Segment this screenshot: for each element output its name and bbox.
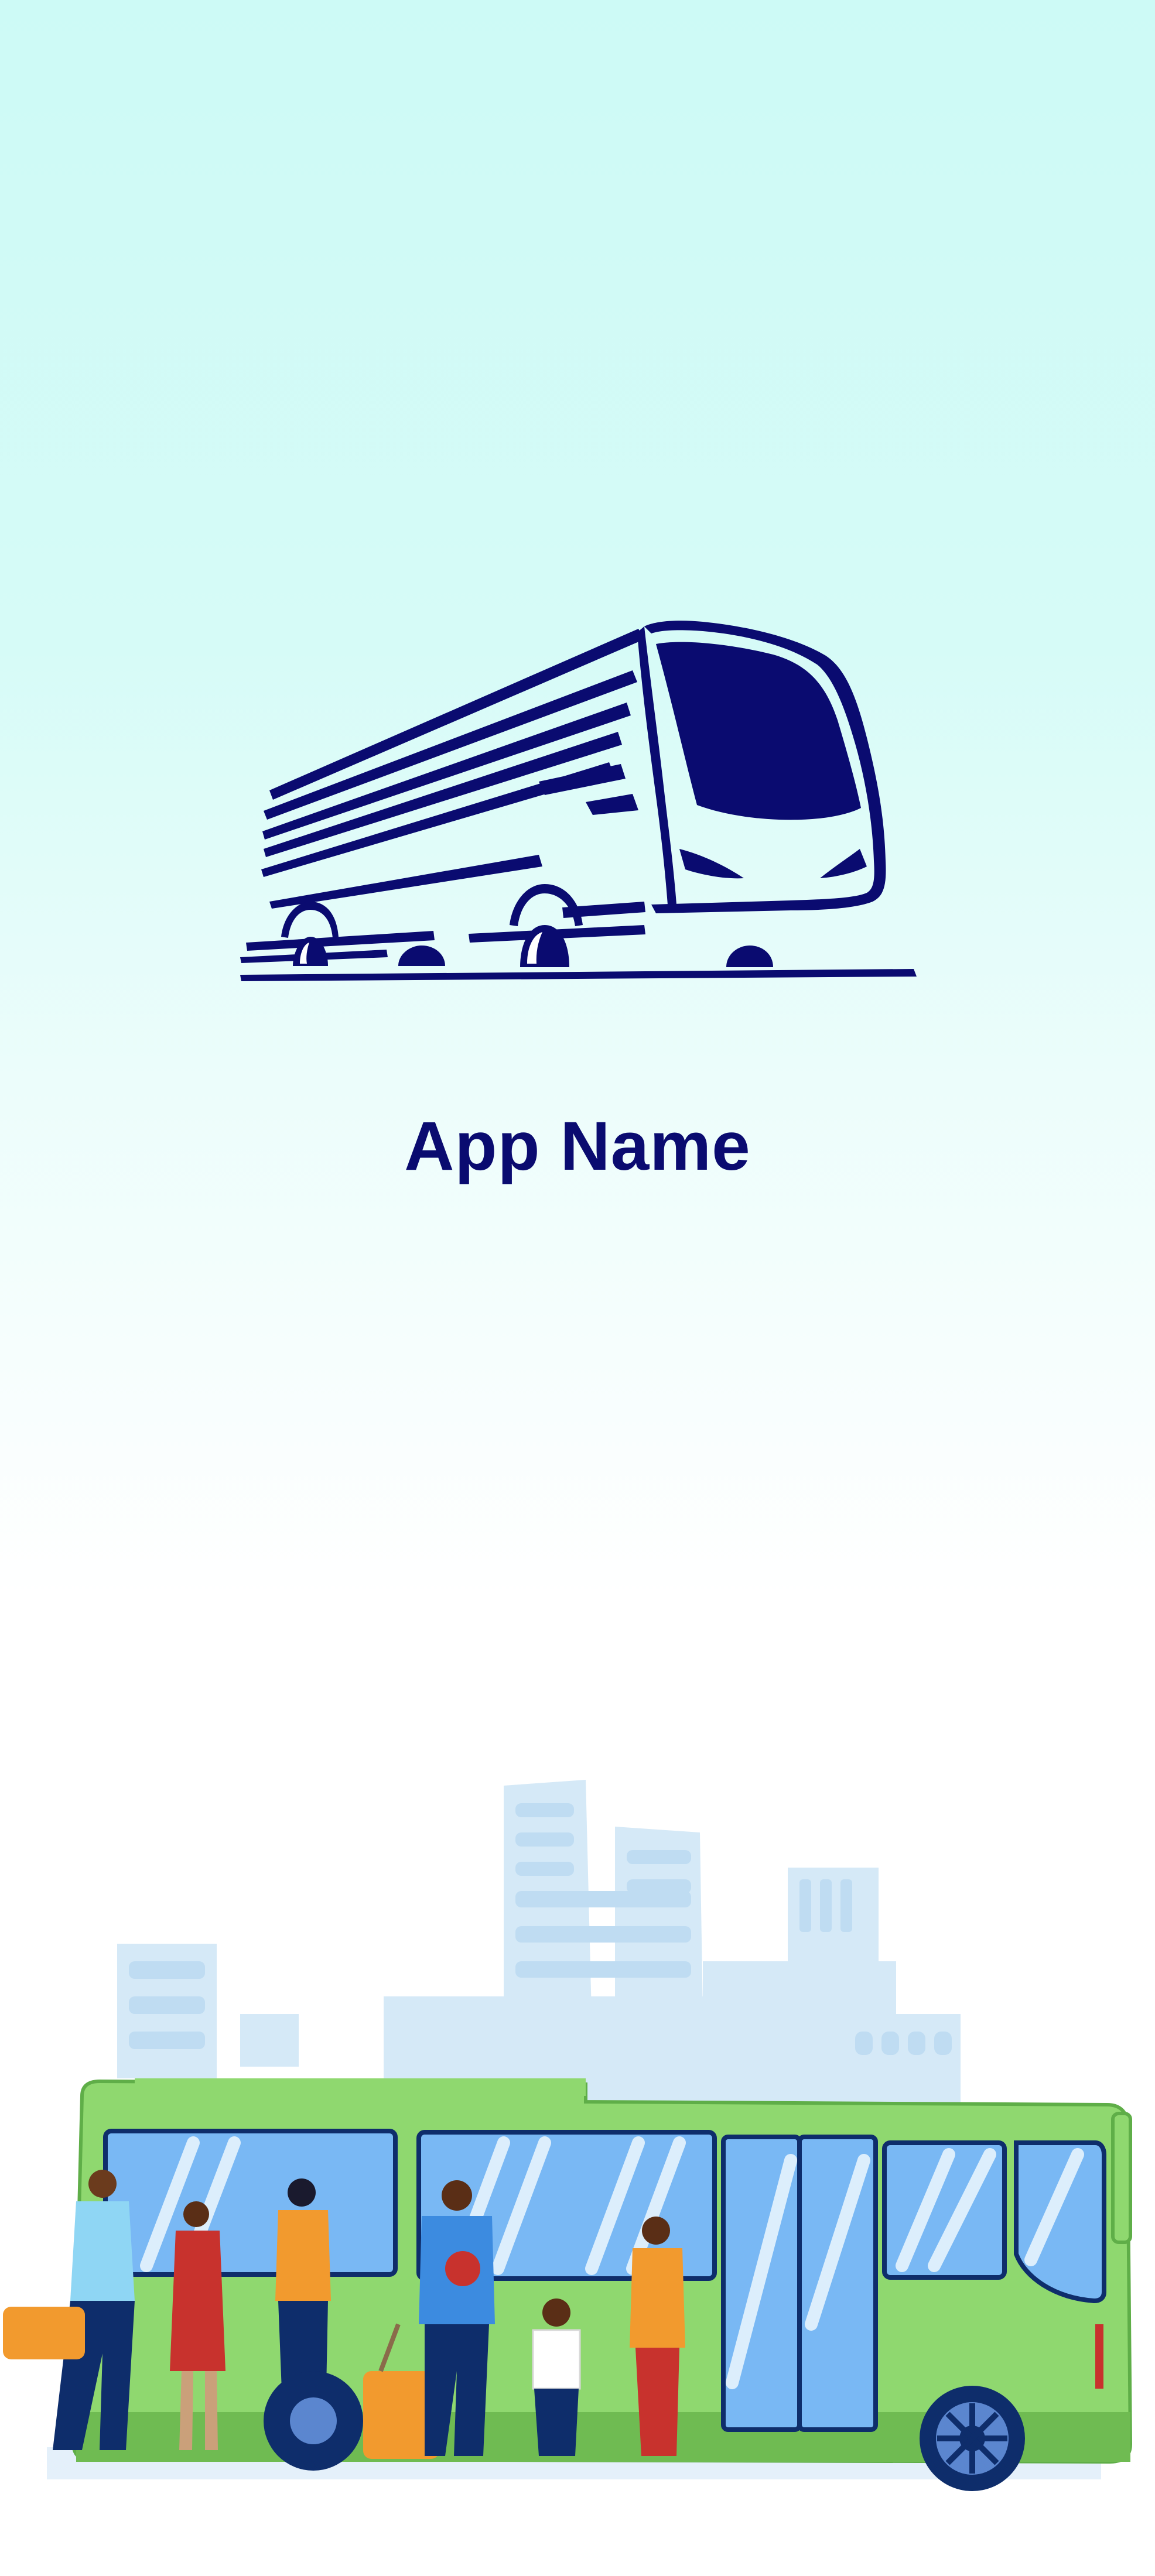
splash-screen: App Name — [0, 0, 1155, 2576]
bus-stop-illustration-icon — [3, 1780, 1133, 2491]
bus-logo-icon — [240, 621, 917, 981]
app-name-title: App Name — [404, 1108, 751, 1185]
